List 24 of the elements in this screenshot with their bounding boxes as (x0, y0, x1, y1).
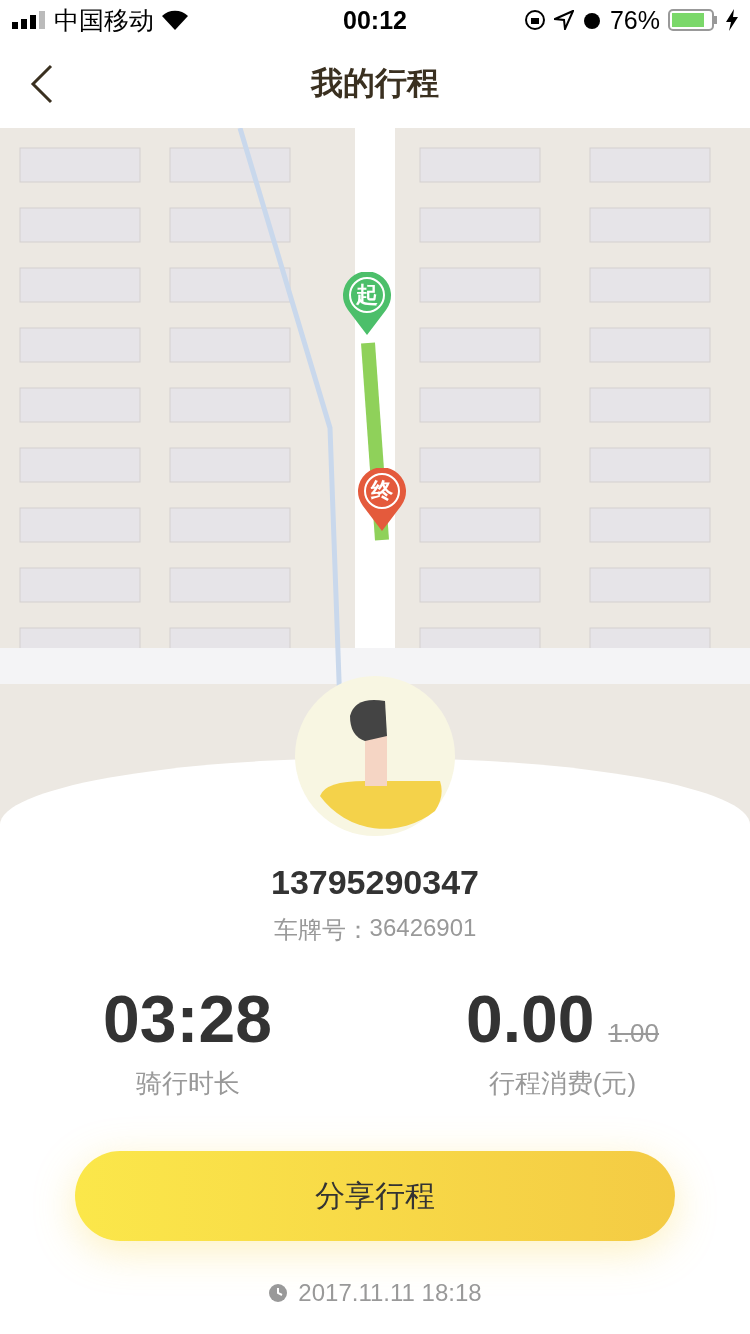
clock-time: 00:12 (343, 5, 407, 35)
signal-icon (12, 11, 46, 29)
phone-number: 13795290347 (271, 863, 479, 902)
clock-icon (268, 1283, 289, 1303)
carrier-name: 中国移动 (54, 4, 154, 36)
trip-date: 2017.11.11 18:18 (298, 1279, 482, 1307)
back-icon[interactable] (30, 64, 54, 104)
rotation-lock-icon (523, 9, 546, 31)
battery-percent: 76% (609, 5, 660, 35)
stat-label: 骑行时长 (135, 1067, 240, 1100)
page-title: 我的行程 (311, 64, 439, 103)
plate-number: 36426901 (369, 914, 477, 943)
start-marker: 起 (342, 272, 392, 336)
location-arrow-icon (553, 10, 574, 30)
stat-value: 0.00 (465, 986, 595, 1052)
charging-icon (726, 9, 738, 31)
stat-value: 03:28 (103, 986, 272, 1052)
end-marker: 终 (357, 468, 407, 532)
original-price: 1.00 (608, 1018, 660, 1049)
wifi-icon (162, 10, 188, 30)
stat-label: 行程消费(元) (488, 1067, 637, 1100)
share-button[interactable]: 分享行程 (75, 1151, 675, 1241)
plate-label: 车牌号： (273, 915, 370, 945)
battery-icon (668, 9, 718, 31)
